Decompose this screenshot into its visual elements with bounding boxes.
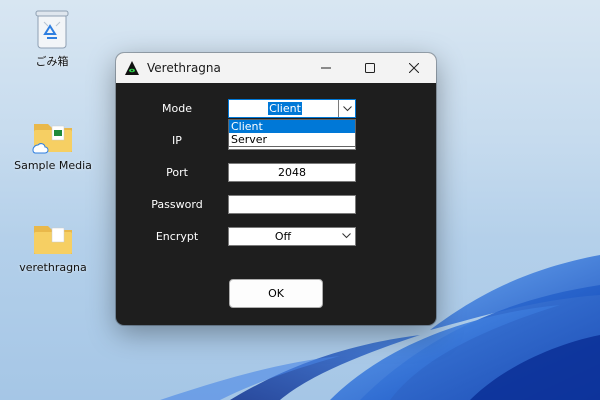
encrypt-combobox[interactable]: Off: [228, 227, 356, 246]
encrypt-label: Encrypt: [155, 230, 199, 243]
mode-dropdown-list: Client Server: [228, 119, 356, 147]
verethragna-window: Verethragna Mode Client IP Client Server…: [116, 53, 436, 325]
password-label: Password: [151, 198, 203, 211]
mode-dropdown-button[interactable]: [338, 100, 355, 117]
ip-label: IP: [172, 134, 182, 147]
close-icon: [409, 63, 419, 73]
minimize-icon: [321, 67, 331, 69]
recycle-bin-icon: [35, 10, 69, 49]
port-field[interactable]: 2048: [228, 163, 356, 182]
form-area: Mode Client IP Client Server Port 2048 P…: [116, 83, 436, 325]
chevron-down-icon: [342, 105, 352, 111]
mode-option-client[interactable]: Client: [229, 120, 355, 133]
title-bar[interactable]: Verethragna: [116, 53, 436, 83]
desktop-icon-verethragna[interactable]: verethragna: [13, 218, 93, 274]
close-button[interactable]: [392, 53, 436, 83]
maximize-icon: [365, 63, 375, 73]
port-label: Port: [166, 166, 188, 179]
mode-selected-value: Client: [268, 102, 302, 115]
caption-buttons: [304, 53, 436, 83]
maximize-button[interactable]: [348, 53, 392, 83]
window-title: Verethragna: [147, 61, 221, 75]
ok-button[interactable]: OK: [229, 279, 323, 308]
chevron-down-icon: [342, 233, 351, 239]
mode-option-server[interactable]: Server: [229, 133, 355, 146]
mode-combobox[interactable]: Client: [228, 99, 356, 118]
triangle-eye-icon: [125, 61, 139, 75]
password-field[interactable]: [228, 195, 356, 214]
folder-icon: [32, 124, 72, 154]
folder-icon: [34, 226, 72, 254]
desktop-icon-sample-media[interactable]: Sample Media: [13, 116, 93, 172]
desktop: ごみ箱 Sample Media verethragna Verethragna…: [0, 0, 600, 400]
desktop-icon-label: ごみ箱: [35, 55, 69, 68]
minimize-button[interactable]: [304, 53, 348, 83]
port-value: 2048: [278, 166, 306, 179]
desktop-icon-label: verethragna: [19, 261, 87, 274]
desktop-icon-label: Sample Media: [14, 159, 92, 172]
encrypt-selected-value: Off: [274, 230, 292, 243]
desktop-icon-recycle-bin[interactable]: ごみ箱: [12, 8, 92, 69]
mode-label: Mode: [162, 102, 192, 115]
